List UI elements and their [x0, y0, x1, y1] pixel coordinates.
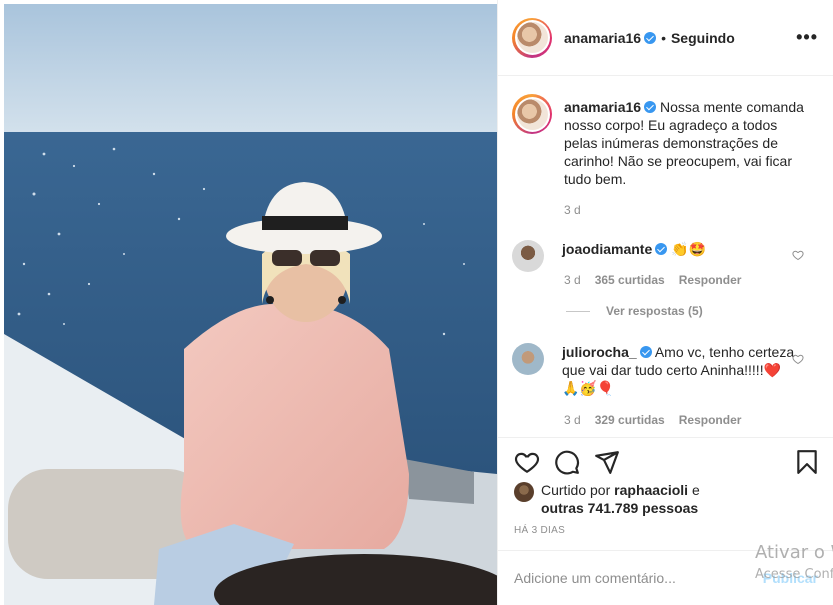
- caption-text: anamaria16 Nossa mente comanda nosso cor…: [564, 94, 804, 188]
- follow-status-button[interactable]: Seguindo: [671, 30, 735, 46]
- comment-like-heart-icon[interactable]: [792, 249, 804, 261]
- likes-connector: e: [691, 482, 700, 498]
- comment-like-heart-icon[interactable]: [792, 353, 804, 365]
- comment-row: juliorocha_ Amo vc, tenho certeza que va…: [512, 343, 822, 397]
- commenter-avatar[interactable]: [512, 343, 544, 375]
- comment-meta: 3 d 329 curtidas Responder: [564, 413, 741, 427]
- comment-likes[interactable]: 365 curtidas: [595, 273, 665, 287]
- liker-avatar[interactable]: [514, 482, 534, 502]
- view-replies-label: Ver respostas (5): [606, 304, 703, 318]
- separator-dot: •: [661, 29, 666, 46]
- comment-meta: 3 d 365 curtidas Responder: [564, 273, 741, 287]
- post-details-panel: anamaria16 • Seguindo ••• anamaria16 Nos…: [497, 0, 833, 605]
- comment-row: joaodiamante 👏🤩: [512, 240, 822, 272]
- likes-others[interactable]: outras 741.789 pessoas: [541, 500, 698, 516]
- likes-summary: Curtido por raphaacioli e outras 741.789…: [514, 481, 700, 517]
- reply-button[interactable]: Responder: [679, 413, 742, 427]
- comment-username[interactable]: joaodiamante: [562, 241, 652, 257]
- bookmark-icon[interactable]: [794, 449, 820, 475]
- caption-row: anamaria16 Nossa mente comanda nosso cor…: [512, 94, 822, 188]
- view-replies-button[interactable]: Ver respostas (5): [566, 304, 703, 318]
- likes-text: Curtido por raphaacioli e outras 741.789…: [541, 481, 700, 517]
- share-icon[interactable]: [594, 449, 620, 475]
- reply-button[interactable]: Responder: [679, 273, 742, 287]
- caption-username[interactable]: anamaria16: [564, 99, 641, 115]
- verified-badge-icon: [655, 243, 668, 255]
- comments-list: anamaria16 Nossa mente comanda nosso cor…: [498, 77, 833, 437]
- comment-text: joaodiamante 👏🤩: [562, 240, 798, 272]
- comment-likes[interactable]: 329 curtidas: [595, 413, 665, 427]
- liker-username[interactable]: raphaacioli: [614, 482, 688, 498]
- commenter-avatar[interactable]: [512, 240, 544, 272]
- caption-time[interactable]: 3 d: [564, 203, 581, 217]
- comment-input[interactable]: [514, 570, 744, 586]
- caption-meta: 3 d: [564, 203, 581, 217]
- photo-illustration: [4, 4, 497, 605]
- comment-text: juliorocha_ Amo vc, tenho certeza que va…: [562, 343, 798, 397]
- comment-username[interactable]: juliorocha_: [562, 344, 637, 360]
- author-avatar[interactable]: [512, 17, 552, 58]
- comment-icon[interactable]: [554, 449, 580, 475]
- heart-icon[interactable]: [514, 449, 540, 475]
- comment-body: 👏🤩: [671, 241, 707, 257]
- comment-time[interactable]: 3 d: [564, 273, 581, 287]
- replies-divider: [566, 310, 590, 312]
- post-modal: anamaria16 • Seguindo ••• anamaria16 Nos…: [0, 0, 833, 605]
- verified-badge-icon: [644, 31, 657, 44]
- activation-watermark: Ativar o W: [755, 542, 833, 563]
- author-username[interactable]: anamaria16: [564, 30, 641, 46]
- comment-time[interactable]: 3 d: [564, 413, 581, 427]
- verified-badge-icon: [639, 346, 652, 358]
- more-options-icon[interactable]: •••: [796, 28, 818, 46]
- post-timestamp[interactable]: HÁ 3 DIAS: [514, 525, 565, 536]
- likes-prefix: Curtido por: [541, 482, 611, 498]
- verified-badge-icon: [644, 101, 657, 113]
- caption-author-avatar[interactable]: [512, 94, 552, 134]
- activation-watermark-subtext: Acesse Conf: [755, 567, 833, 582]
- post-header: anamaria16 • Seguindo •••: [498, 0, 833, 76]
- post-photo[interactable]: [4, 4, 497, 605]
